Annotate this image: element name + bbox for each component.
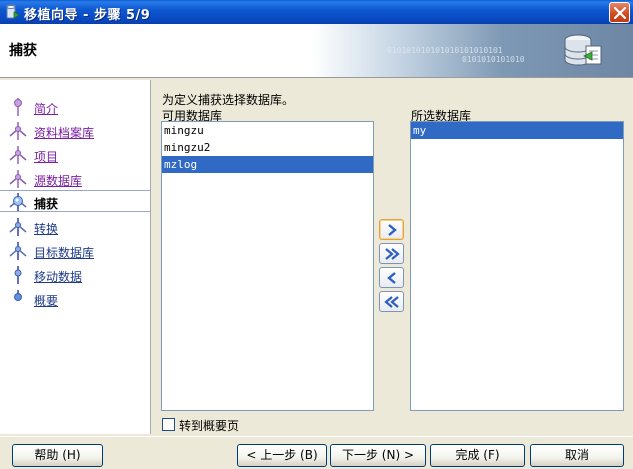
header-banner: 010101010101010101010101 0101010101010 — [312, 24, 633, 77]
title-bar: 移植向导 - 步骤 5/9 — [0, 0, 633, 24]
list-item[interactable]: mzlog — [162, 156, 373, 173]
step-marker-icon — [9, 218, 27, 236]
step-marker-icon — [9, 242, 27, 260]
step-marker-icon — [14, 290, 22, 301]
list-item[interactable]: mingzu — [162, 122, 373, 139]
step-marker-icon — [14, 98, 22, 116]
step-marker-icon — [14, 266, 22, 284]
wizard-steps-panel: 简介 资料档案库 项目 源数据库 捕获 转换 目标数据库 移动数据 概要 — [0, 80, 151, 434]
step-move-data[interactable]: 移动数据 — [0, 264, 150, 286]
step-label: 源数据库 — [34, 174, 83, 188]
step-repository[interactable]: 资料档案库 — [0, 120, 150, 142]
bottom-separator — [0, 436, 633, 437]
step-project[interactable]: 项目 — [0, 144, 150, 166]
database-migration-icon — [564, 34, 602, 66]
step-label: 资料档案库 — [34, 126, 95, 140]
window-title: 移植向导 - 步骤 5/9 — [24, 8, 151, 23]
step-marker-icon — [9, 146, 27, 164]
next-button[interactable]: 下一步 (N) > — [330, 444, 426, 467]
intro-text: 为定义捕获选择数据库。 — [162, 93, 295, 107]
step-label: 捕获 — [34, 197, 59, 211]
double-chevron-right-icon — [385, 248, 400, 260]
help-button[interactable]: 帮助 (H) — [12, 444, 103, 467]
step-label: 概要 — [34, 294, 59, 308]
double-chevron-left-icon — [384, 296, 399, 308]
move-all-right-button[interactable] — [379, 243, 404, 264]
close-button[interactable] — [609, 2, 630, 23]
banner-binary-text: 010101010101010101010101 — [387, 46, 503, 55]
selected-databases-list[interactable]: my — [410, 121, 624, 411]
step-target-database[interactable]: 目标数据库 — [0, 240, 150, 262]
step-capture[interactable]: 捕获 — [0, 190, 150, 212]
move-left-button[interactable] — [379, 267, 404, 288]
main-content: 为定义捕获选择数据库。 可用数据库 所选数据库 mingzu mingzu2 m… — [152, 80, 633, 434]
step-marker-icon — [9, 122, 27, 140]
step-label: 目标数据库 — [34, 246, 95, 260]
list-item[interactable]: my — [411, 122, 623, 139]
chevron-left-icon — [387, 272, 396, 284]
move-all-left-button[interactable] — [379, 291, 404, 312]
step-label: 转换 — [34, 222, 59, 236]
move-right-button[interactable] — [379, 219, 404, 240]
close-icon — [614, 7, 626, 19]
page-title: 捕获 — [9, 43, 37, 59]
step-marker-icon — [9, 170, 27, 188]
step-source-database[interactable]: 源数据库 — [0, 168, 150, 190]
header: 捕获 010101010101010101010101 010101010101… — [0, 24, 633, 78]
step-summary[interactable]: 概要 — [0, 288, 150, 310]
step-intro[interactable]: 简介 — [0, 96, 150, 118]
chevron-right-icon — [388, 224, 397, 236]
step-label: 简介 — [34, 102, 59, 116]
app-icon — [6, 4, 20, 19]
current-step-marker-icon — [9, 193, 27, 211]
finish-button[interactable]: 完成 (F) — [430, 444, 525, 467]
goto-summary-label[interactable]: 转到概要页 — [179, 417, 239, 434]
available-databases-list[interactable]: mingzu mingzu2 mzlog — [161, 121, 374, 411]
banner-binary-text-2: 0101010101010 — [462, 55, 525, 64]
list-item[interactable]: mingzu2 — [162, 139, 373, 156]
back-button[interactable]: < 上一步 (B) — [237, 444, 327, 467]
step-label: 项目 — [34, 150, 59, 164]
step-convert[interactable]: 转换 — [0, 216, 150, 238]
cancel-button[interactable]: 取消 — [530, 444, 624, 467]
goto-summary-checkbox[interactable] — [162, 418, 175, 431]
step-label: 移动数据 — [34, 270, 83, 284]
